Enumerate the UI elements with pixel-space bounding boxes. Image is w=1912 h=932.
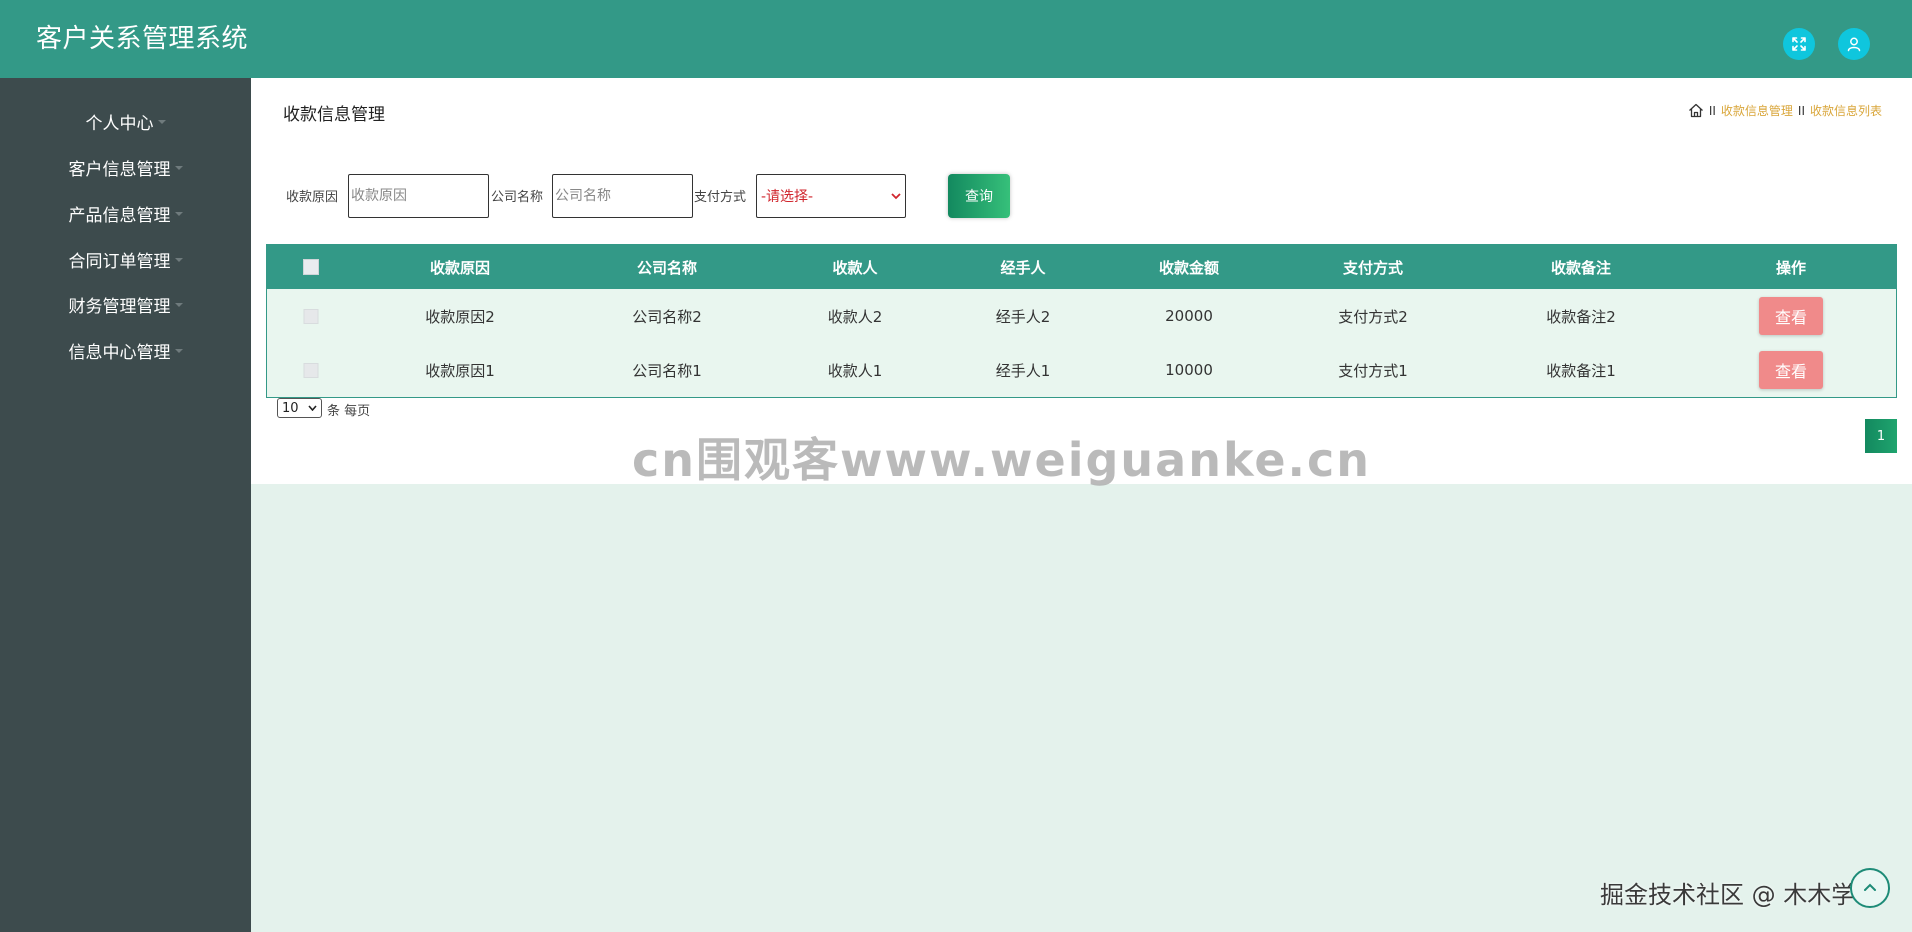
sidebar-item-label: 产品信息管理 (68, 205, 171, 226)
sidebar-item-label: 个人中心 (85, 113, 154, 134)
sidebar-item-personal-center[interactable]: 个人中心 (0, 101, 251, 141)
sidebar-item-finance[interactable]: 财务管理管理 (0, 284, 251, 324)
caret-down-icon (174, 166, 183, 170)
top-header: 客户关系管理系统 (0, 0, 1912, 78)
sidebar-item-contract-orders[interactable]: 合同订单管理 (0, 239, 251, 279)
cell-note: 收款备注2 (1546, 307, 1616, 326)
caret-down-icon (157, 120, 166, 124)
cell-company: 公司名称2 (632, 307, 702, 326)
arrow-up-icon (1864, 883, 1876, 891)
view-button[interactable]: 查看 (1759, 351, 1823, 389)
column-header: 支付方式 (1342, 258, 1404, 277)
column-header: 收款原因 (429, 258, 491, 277)
caret-down-icon (174, 303, 183, 307)
sidebar-item-product-info[interactable]: 产品信息管理 (0, 193, 251, 233)
cell-action: 查看 (1759, 343, 1823, 397)
cell-action: 查看 (1759, 289, 1823, 343)
site-watermark: cn围观客www.weiguanke.cn (632, 433, 1372, 487)
view-button[interactable]: 查看 (1759, 297, 1823, 335)
cell-amount: 20000 (1165, 307, 1213, 325)
row-checkbox[interactable] (303, 362, 319, 378)
page-title: 收款信息管理 (283, 105, 385, 125)
payments-table: 收款原因 公司名称 收款人 经手人 收款金额 支付方式 收款备注 操作 收款原因… (266, 244, 1897, 398)
row-select-cell (303, 343, 319, 397)
page-size-value: 10 (282, 400, 299, 416)
column-header: 收款备注 (1550, 258, 1612, 277)
column-header: 操作 (1775, 258, 1807, 277)
page-number-button[interactable]: 1 (1865, 419, 1897, 453)
pay-method-select[interactable]: -请选择- (756, 174, 906, 218)
table-row: 收款原因2 公司名称2 收款人2 经手人2 20000 支付方式2 收款备注2 … (267, 289, 1896, 343)
page-size-label: 条 每页 (327, 404, 371, 419)
home-icon[interactable] (1688, 103, 1704, 118)
company-input[interactable] (552, 174, 693, 218)
breadcrumb-separator: II (1708, 103, 1716, 118)
scroll-top-button[interactable] (1850, 868, 1890, 908)
pay-method-selected: -请选择- (761, 189, 814, 205)
column-header: 经手人 (1000, 258, 1046, 277)
app-title: 客户关系管理系统 (36, 24, 249, 54)
sidebar-item-label: 财务管理管理 (68, 296, 171, 317)
cell-method: 支付方式2 (1338, 307, 1408, 326)
select-all-checkbox[interactable] (303, 259, 319, 275)
cell-amount: 10000 (1165, 361, 1213, 379)
page-size-select[interactable]: 10 (277, 398, 322, 418)
sidebar-item-label: 合同订单管理 (68, 251, 171, 272)
sidebar-item-customer-info[interactable]: 客户信息管理 (0, 147, 251, 187)
cell-handler: 经手人2 (995, 307, 1051, 326)
select-all-cell (303, 245, 319, 289)
chevron-down-icon (308, 405, 317, 411)
column-header: 收款人 (832, 258, 878, 277)
cell-handler: 经手人1 (995, 361, 1051, 380)
caret-down-icon (174, 258, 183, 262)
reason-input[interactable] (348, 174, 489, 218)
breadcrumb-item-payment-management[interactable]: 收款信息管理 (1721, 102, 1793, 119)
credit-watermark: 掘金技术社区 @ 木木学长 (1600, 881, 1880, 909)
user-button[interactable] (1838, 28, 1870, 60)
cell-reason: 收款原因1 (425, 361, 495, 380)
sidebar: 个人中心 客户信息管理 产品信息管理 合同订单管理 财务管理管理 信息中心管理 (0, 78, 251, 932)
reason-label: 收款原因 (286, 190, 339, 205)
chevron-down-icon (891, 193, 901, 200)
fullscreen-button[interactable] (1783, 28, 1815, 60)
cell-note: 收款备注1 (1546, 361, 1616, 380)
pay-method-label: 支付方式 (694, 190, 747, 205)
company-label: 公司名称 (491, 190, 544, 205)
cell-method: 支付方式1 (1338, 361, 1408, 380)
sidebar-item-info-center[interactable]: 信息中心管理 (0, 330, 251, 370)
cell-payee: 收款人2 (827, 307, 883, 326)
column-header: 公司名称 (636, 258, 698, 277)
caret-down-icon (174, 212, 183, 216)
cell-reason: 收款原因2 (425, 307, 495, 326)
query-button[interactable]: 查询 (948, 174, 1010, 218)
sidebar-item-label: 客户信息管理 (68, 159, 171, 180)
table-header: 收款原因 公司名称 收款人 经手人 收款金额 支付方式 收款备注 操作 (267, 245, 1896, 289)
row-select-cell (303, 289, 319, 343)
user-icon (1847, 37, 1861, 52)
caret-down-icon (174, 349, 183, 353)
cell-payee: 收款人1 (827, 361, 883, 380)
breadcrumb-separator: II (1797, 103, 1805, 118)
sidebar-item-label: 信息中心管理 (68, 342, 171, 363)
row-checkbox[interactable] (303, 308, 319, 324)
breadcrumb: II 收款信息管理 II 收款信息列表 (1688, 102, 1882, 119)
breadcrumb-item-payment-list[interactable]: 收款信息列表 (1810, 102, 1882, 119)
table-row: 收款原因1 公司名称1 收款人1 经手人1 10000 支付方式1 收款备注1 … (267, 343, 1896, 397)
column-header: 收款金额 (1158, 258, 1220, 277)
fullscreen-icon (1792, 37, 1806, 51)
cell-company: 公司名称1 (632, 361, 702, 380)
